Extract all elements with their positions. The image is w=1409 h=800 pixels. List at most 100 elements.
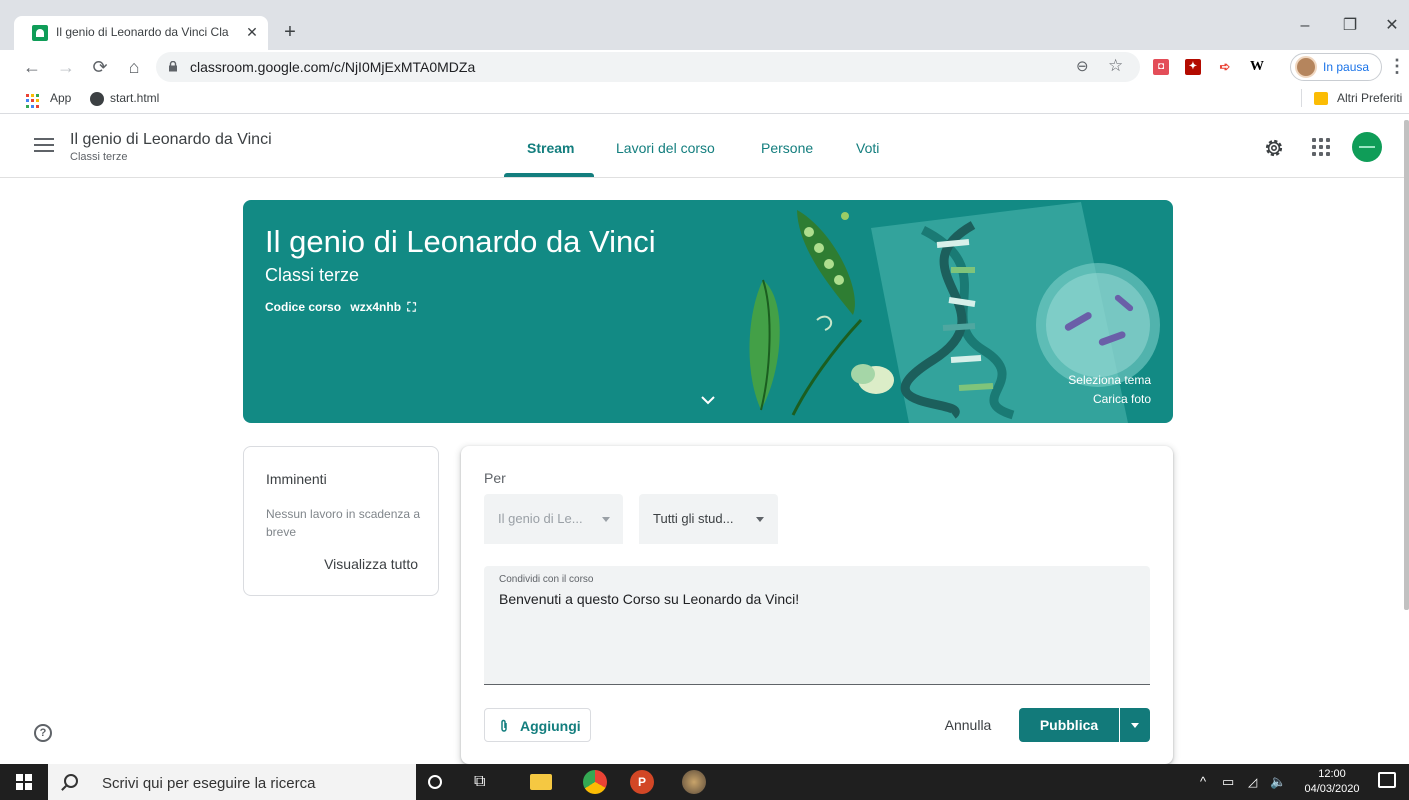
course-code-value: wzx4nhb xyxy=(350,300,402,314)
fullscreen-code-icon[interactable]: ⛶ xyxy=(407,300,415,314)
course-code: Codice corso wzx4nhb ⛶ xyxy=(265,300,416,315)
add-attachment-label: Aggiungi xyxy=(520,718,581,734)
battery-icon[interactable]: ▭ xyxy=(1222,770,1246,794)
windows-start-icon[interactable] xyxy=(16,774,32,790)
upcoming-heading: Imminenti xyxy=(266,471,327,487)
apps-grid-icon[interactable] xyxy=(26,94,40,108)
class-select[interactable]: Il genio di Le... xyxy=(484,494,623,544)
address-bar-url: classroom.google.com/c/NjI0MjExMTA0MDZa xyxy=(190,59,476,75)
arrow-extension-icon[interactable]: ➪ xyxy=(1217,59,1233,75)
acrobat-extension-icon[interactable]: ✦ xyxy=(1185,59,1201,75)
profile-status: In pausa xyxy=(1323,60,1370,74)
cancel-button[interactable]: Annulla xyxy=(933,708,1003,742)
classroom-favicon-icon xyxy=(32,25,48,41)
bookmark-apps[interactable]: App xyxy=(50,91,71,105)
active-tab-indicator xyxy=(504,173,594,177)
globe-icon xyxy=(90,92,104,106)
zoom-icon[interactable]: ⊖ xyxy=(1076,57,1089,75)
task-view-icon[interactable]: ⧉ xyxy=(474,770,498,794)
upcoming-card: Imminenti Nessun lavoro in scadenza a br… xyxy=(243,446,439,596)
browser-toolbar: ← → ⟳ ⌂ classroom.google.com/c/NjI0MjExM… xyxy=(0,50,1409,84)
bookmarks-divider xyxy=(1301,89,1302,107)
google-apps-icon[interactable] xyxy=(1312,138,1330,156)
paint-icon[interactable] xyxy=(682,770,706,794)
post-textarea[interactable]: Condividi con il corso Benvenuti a quest… xyxy=(484,566,1150,685)
dropdown-arrow-icon xyxy=(756,517,764,522)
home-icon[interactable]: ⌂ xyxy=(120,53,148,81)
browser-tab-title: Il genio di Leonardo da Vinci Cla xyxy=(56,25,229,39)
post-textarea-label: Condividi con il corso xyxy=(499,574,594,585)
windows-taskbar: Scrivi qui per eseguire la ricerca ⧉ P ^… xyxy=(0,764,1409,800)
class-name[interactable]: Il genio di Leonardo da Vinci xyxy=(70,131,272,149)
search-icon xyxy=(64,774,78,788)
forward-arrow-icon[interactable]: → xyxy=(52,53,80,81)
taskbar-clock[interactable]: 12:00 04/03/2020 xyxy=(1298,767,1366,797)
clock-date: 04/03/2020 xyxy=(1304,783,1360,795)
browser-menu-icon[interactable]: ⋮ xyxy=(1388,56,1406,77)
reload-icon[interactable]: ⟳ xyxy=(86,53,114,81)
publish-button[interactable]: Pubblica xyxy=(1019,708,1119,742)
new-tab-button[interactable]: + xyxy=(276,18,304,46)
banner-course-title: Il genio di Leonardo da Vinci xyxy=(265,224,656,259)
browser-tab[interactable]: Il genio di Leonardo da Vinci Cla ✕ xyxy=(14,16,268,50)
notifications-icon[interactable] xyxy=(1378,772,1396,788)
wifi-icon[interactable]: ◿ xyxy=(1248,770,1272,794)
hamburger-menu-icon[interactable] xyxy=(34,138,54,154)
classroom-header: Il genio di Leonardo da Vinci Classi ter… xyxy=(0,116,1409,178)
cortana-icon[interactable] xyxy=(428,775,442,789)
account-avatar[interactable] xyxy=(1352,132,1382,162)
bookmark-star-icon[interactable]: ☆ xyxy=(1108,56,1123,76)
help-icon[interactable]: ? xyxy=(34,724,52,742)
publish-options-button[interactable] xyxy=(1120,708,1150,742)
volume-muted-icon[interactable]: 🔈 xyxy=(1270,770,1294,794)
course-code-label: Codice corso xyxy=(265,300,342,314)
audience-label: Per xyxy=(484,470,506,486)
upload-photo-link[interactable]: Carica foto xyxy=(1093,392,1151,406)
view-all-button[interactable]: Visualizza tutto xyxy=(324,556,418,572)
profile-avatar xyxy=(1295,56,1317,78)
post-composer: Per Il genio di Le... Tutti gli stud... … xyxy=(461,446,1173,764)
course-banner: Il genio di Leonardo da Vinci Classi ter… xyxy=(243,200,1173,423)
tab-people[interactable]: Persone xyxy=(761,140,813,156)
class-select-value: Il genio di Le... xyxy=(498,511,583,526)
add-attachment-button[interactable]: Aggiungi xyxy=(484,708,591,742)
taskbar-search-placeholder: Scrivi qui per eseguire la ricerca xyxy=(102,775,316,792)
page-scrollbar[interactable] xyxy=(1404,120,1409,610)
students-select[interactable]: Tutti gli stud... xyxy=(639,494,778,544)
lock-icon xyxy=(169,61,177,72)
profile-button[interactable]: In pausa xyxy=(1290,53,1382,81)
chrome-icon[interactable] xyxy=(583,770,607,794)
close-tab-button[interactable]: ✕ xyxy=(242,22,262,42)
address-bar[interactable]: classroom.google.com/c/NjI0MjExMTA0MDZa … xyxy=(156,52,1140,82)
folder-icon xyxy=(1314,92,1328,105)
banner-illustration xyxy=(749,202,1160,423)
paperclip-icon xyxy=(501,719,507,732)
select-theme-link[interactable]: Seleziona tema xyxy=(1068,373,1151,387)
wikipedia-extension-icon[interactable]: W xyxy=(1249,59,1265,75)
bookmark-other-favorites[interactable]: Altri Preferiti xyxy=(1337,91,1402,105)
students-select-value: Tutti gli stud... xyxy=(653,511,734,526)
banner-course-section: Classi terze xyxy=(265,265,360,285)
window-restore-button[interactable]: ❐ xyxy=(1330,12,1370,40)
class-section: Classi terze xyxy=(70,151,128,163)
show-hidden-icons-icon[interactable]: ^ xyxy=(1200,770,1224,794)
bookmark-start-html[interactable]: start.html xyxy=(110,91,159,105)
file-explorer-icon[interactable] xyxy=(530,774,552,790)
browser-tab-strip: Il genio di Leonardo da Vinci Cla ✕ + – … xyxy=(0,0,1409,50)
gear-icon[interactable] xyxy=(1262,136,1286,160)
post-textarea-value: Benvenuti a questo Corso su Leonardo da … xyxy=(499,591,800,607)
upcoming-empty-text: Nessun lavoro in scadenza a breve xyxy=(266,507,421,539)
window-close-button[interactable]: ✕ xyxy=(1375,12,1409,40)
dropdown-arrow-icon xyxy=(602,517,610,522)
back-arrow-icon[interactable]: ← xyxy=(18,53,46,81)
pocket-extension-icon[interactable]: ◘ xyxy=(1153,59,1169,75)
taskbar-search-box[interactable]: Scrivi qui per eseguire la ricerca xyxy=(48,764,416,800)
powerpoint-icon[interactable]: P xyxy=(630,770,654,794)
bookmarks-bar: App start.html Altri Preferiti xyxy=(0,84,1409,114)
window-minimize-button[interactable]: – xyxy=(1285,12,1325,40)
tab-grades[interactable]: Voti xyxy=(856,140,879,156)
tab-classwork[interactable]: Lavori del corso xyxy=(616,140,715,156)
chevron-down-icon[interactable] xyxy=(699,393,717,407)
tab-stream[interactable]: Stream xyxy=(527,140,574,156)
clock-time: 12:00 xyxy=(1318,768,1346,780)
